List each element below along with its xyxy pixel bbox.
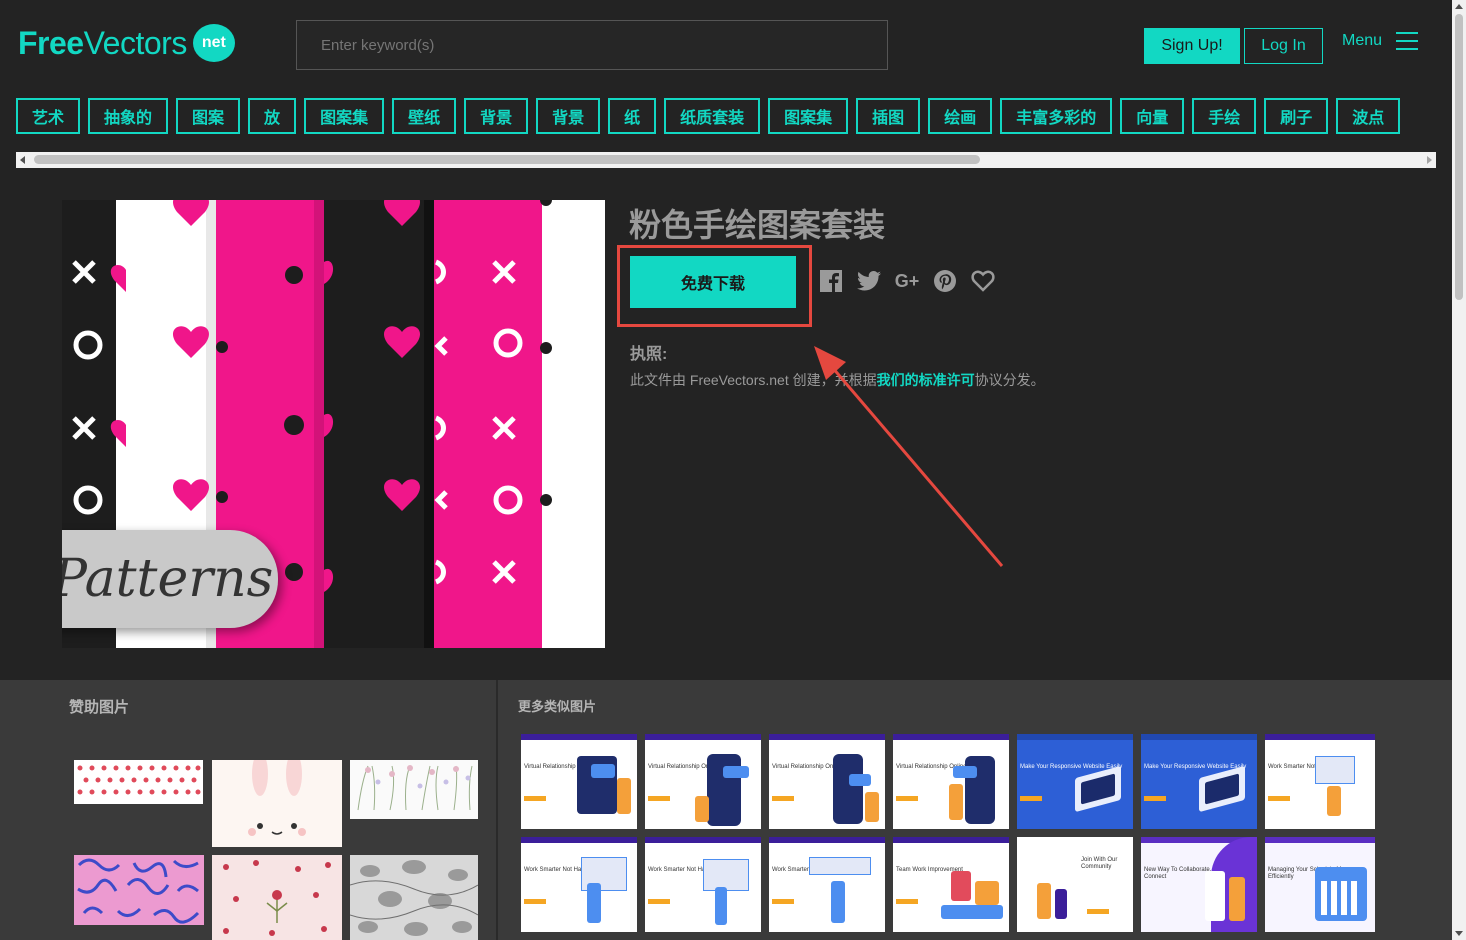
similar-title: 更多类似图片	[518, 699, 597, 714]
signup-button[interactable]: Sign Up!	[1144, 28, 1240, 64]
google-plus-icon[interactable]: G+	[894, 268, 920, 294]
tag-item[interactable]: 艺术	[16, 98, 81, 134]
license-heading: 执照:	[630, 346, 668, 363]
header: Free Vectors net Sign Up! Log In Menu	[0, 0, 1452, 90]
login-button[interactable]: Log In	[1244, 28, 1323, 64]
menu-button[interactable]: Menu	[1342, 32, 1419, 50]
page: Free Vectors net Sign Up! Log In Menu 艺术…	[0, 0, 1466, 940]
tag-item[interactable]: 壁纸	[392, 98, 457, 134]
similar-thumbnail[interactable]: Virtual Relationship Online Dating	[521, 734, 637, 829]
tag-item[interactable]: 丰富多彩的	[1000, 98, 1113, 134]
tag-item[interactable]: 手绘	[1192, 98, 1257, 134]
scrollbar-thumb[interactable]	[34, 155, 980, 164]
tag-item[interactable]: 刷子	[1264, 98, 1329, 134]
tag-item[interactable]: 背景	[464, 98, 529, 134]
logo-free-text: Free	[18, 24, 84, 61]
search-input[interactable]	[296, 20, 888, 70]
tag-item[interactable]: 向量	[1120, 98, 1185, 134]
sponsored-thumbnail[interactable]	[350, 855, 478, 940]
similar-thumbnail[interactable]: Virtual Relationship Online Dating	[645, 734, 761, 829]
page-scrollbar[interactable]	[1452, 0, 1466, 940]
page-title: 粉色手绘图案套装	[629, 207, 886, 243]
facebook-icon[interactable]	[818, 268, 844, 294]
free-download-button[interactable]: 免费下载	[630, 256, 796, 308]
related-section: 赞助图片 更多类似图片 Virtual Relationship Online …	[0, 680, 1452, 940]
similar-thumbnail[interactable]: Virtual Relationship Online Dating	[769, 734, 885, 829]
tag-item[interactable]: 背景	[536, 98, 601, 134]
page-scrollbar-thumb[interactable]	[1455, 14, 1463, 300]
sponsored-thumbnail[interactable]	[350, 760, 478, 819]
similar-thumbnail[interactable]: Virtual Relationship Online Dating	[893, 734, 1009, 829]
menu-label: Menu	[1342, 32, 1383, 49]
similar-thumbnail[interactable]: Join With Our Community	[1017, 837, 1133, 932]
scroll-up-arrow-icon[interactable]	[1455, 4, 1463, 9]
tag-scrollbar[interactable]	[16, 152, 1436, 168]
tag-item[interactable]: 纸	[608, 98, 657, 134]
tag-item[interactable]: 图案	[176, 98, 241, 134]
similar-thumbnail[interactable]: Managing Your Schedule More Efficiently	[1265, 837, 1375, 932]
tag-bar: 艺术 抽象的 图案 放 图案集 壁纸 背景 背景 纸 纸质套装 图案集 插图 绘…	[16, 98, 1408, 134]
similar-thumbnail[interactable]: Make Your Responsive Website Easily	[1141, 734, 1257, 829]
tag-item[interactable]: 绘画	[928, 98, 993, 134]
scroll-right-arrow-icon[interactable]	[1427, 156, 1432, 164]
tag-item[interactable]: 图案集	[768, 98, 849, 134]
pinterest-icon[interactable]	[932, 268, 958, 294]
sponsored-thumbnail[interactable]	[74, 855, 204, 925]
sponsored-title: 赞助图片	[69, 699, 130, 716]
hamburger-icon	[1396, 32, 1419, 50]
tag-item[interactable]: 波点	[1336, 98, 1401, 134]
heart-icon[interactable]	[970, 268, 996, 294]
annotation-arrow-icon	[814, 346, 1004, 567]
tag-item[interactable]: 插图	[856, 98, 921, 134]
tag-item[interactable]: 图案集	[304, 98, 385, 134]
thumbnail-caption: Join With Our Community	[1081, 857, 1118, 870]
logo-vectors-text: Vectors	[83, 24, 188, 61]
twitter-icon[interactable]	[856, 268, 882, 294]
similar-thumbnail[interactable]: Team Work Improvement	[893, 837, 1009, 932]
sponsored-thumbnail[interactable]	[212, 855, 342, 940]
similar-thumbnail[interactable]: Work Smarter Not Harder	[645, 837, 761, 932]
site-logo[interactable]: Free Vectors net	[18, 24, 235, 62]
sponsored-thumbnail[interactable]	[212, 760, 342, 847]
tag-item[interactable]: 纸质套装	[664, 98, 761, 134]
sponsored-thumbnail[interactable]	[74, 760, 203, 804]
scroll-down-arrow-icon[interactable]	[1455, 931, 1463, 936]
logo-net-badge: net	[192, 24, 235, 62]
sponsored-panel: 赞助图片	[0, 680, 498, 940]
similar-thumbnail[interactable]: Work Smarter Not Harder	[769, 837, 885, 932]
main-preview-image[interactable]: Patterns	[62, 200, 605, 648]
similar-thumbnail[interactable]: Make Your Responsive Website Easily	[1017, 734, 1133, 829]
similar-thumbnail[interactable]: Work Smarter Not Harder	[521, 837, 637, 932]
similar-thumbnail[interactable]: New Way To Collaborate, Contribute and C…	[1141, 837, 1257, 932]
scroll-left-arrow-icon[interactable]	[20, 156, 25, 164]
social-share-bar: G+	[818, 268, 1008, 294]
patterns-label: Patterns	[62, 530, 278, 628]
tag-item[interactable]: 抽象的	[88, 98, 169, 134]
similar-panel: 更多类似图片 Virtual Relationship Online Datin…	[500, 680, 1452, 940]
similar-thumbnail[interactable]: Work Smarter Not Harder	[1265, 734, 1375, 829]
tag-item[interactable]: 放	[248, 98, 297, 134]
